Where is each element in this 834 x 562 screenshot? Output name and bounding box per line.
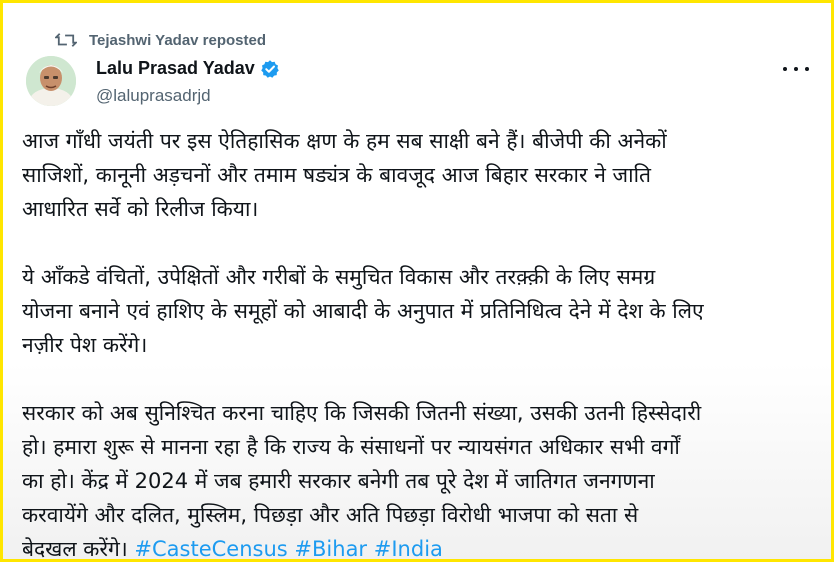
more-dot xyxy=(794,67,798,71)
tweet-paragraph-1: आज गाँधी जयंती पर इस ऐतिहासिक क्षण के हम… xyxy=(22,124,822,226)
hashtag-link-castecensus[interactable]: #CasteCensus xyxy=(134,537,287,559)
repost-indicator[interactable]: Tejashwi Yadav reposted xyxy=(55,29,266,51)
tweet-card[interactable]: Tejashwi Yadav reposted Lalu Prasad Yada… xyxy=(3,3,831,559)
tweet-text: आज गाँधी जयंती पर इस ऐतिहासिक क्षण के हम… xyxy=(22,124,822,559)
tweet-line: का हो। केंद्र में 2024 में जब हमारी सरका… xyxy=(22,469,655,493)
verified-badge-icon xyxy=(261,59,279,78)
repost-icon xyxy=(55,33,77,47)
tweet-line: साजिशों, कानूनी अड़चनों और तमाम षड्यंत्र… xyxy=(22,163,651,187)
tweet-line: ये आँकडे वंचितों, उपेक्षितों और गरीबों क… xyxy=(22,265,656,289)
avatar-image xyxy=(26,56,76,106)
tweet-line: नज़ीर पेश करेंगे। xyxy=(22,333,148,357)
repost-label[interactable]: Tejashwi Yadav reposted xyxy=(89,32,266,49)
more-options-icon[interactable] xyxy=(783,59,809,79)
tweet-line: हो। हमारा शुरू से मानना रहा है कि राज्य … xyxy=(22,435,680,459)
tweet-line: योजना बनाने एवं हाशिए के समूहों को आबादी… xyxy=(22,299,704,323)
tweet-line: आज गाँधी जयंती पर इस ऐतिहासिक क्षण के हम… xyxy=(22,129,667,153)
hashtag-link-bihar[interactable]: #Bihar xyxy=(294,537,367,559)
hashtag-link-india[interactable]: #India xyxy=(374,537,443,559)
tweet-line-text: बेदखल करेंगे। xyxy=(22,537,128,559)
more-dot xyxy=(783,67,787,71)
tweet-paragraph-3: सरकार को अब सुनिश्चित करना चाहिए कि जिसक… xyxy=(22,396,822,559)
tweet-line: आधारित सर्वे को रिलीज किया। xyxy=(22,197,259,221)
tweet-paragraph-2: ये आँकडे वंचितों, उपेक्षितों और गरीबों क… xyxy=(22,260,822,362)
author-name[interactable]: Lalu Prasad Yadav xyxy=(96,58,255,79)
more-dot xyxy=(805,67,809,71)
avatar[interactable] xyxy=(26,56,76,106)
author-name-row[interactable]: Lalu Prasad Yadav xyxy=(96,58,280,79)
tweet-line: सरकार को अब सुनिश्चित करना चाहिए कि जिसक… xyxy=(22,401,702,425)
tweet-line: करवायेंगे और दलित, मुस्लिम, पिछड़ा और अत… xyxy=(22,503,639,527)
author-handle[interactable]: @laluprasadrjd xyxy=(96,86,211,106)
tweet-last-line: बेदखल करेंगे। #CasteCensus #Bihar #India xyxy=(22,532,822,559)
